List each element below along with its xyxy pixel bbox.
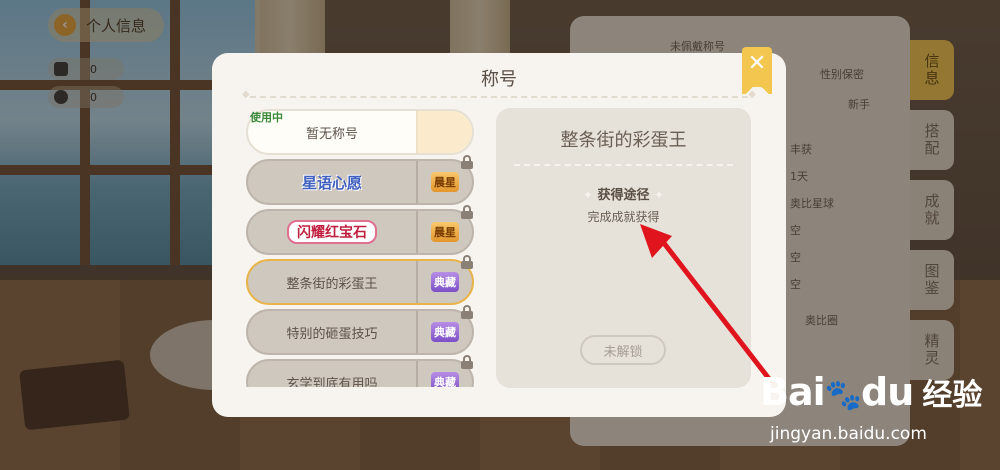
badge-cell <box>416 111 472 153</box>
detail-divider <box>514 164 733 166</box>
modal-title: 称号 <box>481 69 517 90</box>
title-name: 玄学到底有用吗 <box>286 376 378 388</box>
close-button[interactable]: ✕ <box>742 47 772 94</box>
rarity-badge: 典藏 <box>431 272 459 292</box>
baidu-watermark: Bai🐾du 经验 jingyan.baidu.com <box>760 370 983 444</box>
obtain-label: ✦ 获得途径 ✦ <box>582 188 665 203</box>
watermark-brand: Bai🐾du <box>760 370 914 414</box>
sparkle-icon: ✦ <box>582 188 593 202</box>
title-item[interactable]: 闪耀红宝石 晨星 <box>246 205 474 255</box>
lock-icon <box>460 255 474 269</box>
title-item[interactable]: 玄学到底有用吗 典藏 <box>246 355 474 388</box>
obtain-description: 完成成就获得 <box>587 210 660 224</box>
title-item[interactable]: 暂无称号 使用中 <box>246 109 474 155</box>
sparkle-icon: ✦ <box>654 188 665 202</box>
watermark-url: jingyan.baidu.com <box>770 424 927 444</box>
rarity-badge: 典藏 <box>431 372 459 387</box>
title-item-selected[interactable]: 整条街的彩蛋王 典藏 <box>246 255 474 305</box>
title-detail-panel: 整条街的彩蛋王 ✦ 获得途径 ✦ 完成成就获得 未解锁 <box>496 108 751 388</box>
title-name: 闪耀红宝石 <box>248 211 416 253</box>
lock-icon <box>460 355 474 369</box>
in-use-tag: 使用中 <box>250 111 283 124</box>
title-item[interactable]: 星语心愿 晨星 <box>246 155 474 205</box>
title-name-art: 闪耀红宝石 <box>287 220 377 244</box>
lock-icon <box>460 305 474 319</box>
close-icon: ✕ <box>747 51 767 76</box>
title-name-art: 星语心愿 <box>301 173 362 192</box>
title-name: 整条街的彩蛋王 <box>286 276 378 292</box>
title-name: 星语心愿 <box>248 161 416 203</box>
rarity-badge: 典藏 <box>431 322 459 342</box>
title-name: 特别的砸蛋技巧 <box>286 326 378 342</box>
watermark-text: 经验 <box>922 378 983 413</box>
lock-icon <box>460 205 474 219</box>
title-item[interactable]: 特别的砸蛋技巧 典藏 <box>246 305 474 355</box>
lock-icon <box>460 155 474 169</box>
unlock-button[interactable]: 未解锁 <box>580 335 666 365</box>
rarity-badge: 晨星 <box>431 222 459 242</box>
rarity-badge: 晨星 <box>431 172 459 192</box>
detail-title: 整条街的彩蛋王 <box>560 130 687 151</box>
title-list[interactable]: 暂无称号 使用中 星语心愿 晨星 闪耀红宝石 晨星 整条街的彩蛋王 典藏 特别的… <box>246 107 476 387</box>
title-divider <box>242 89 756 100</box>
